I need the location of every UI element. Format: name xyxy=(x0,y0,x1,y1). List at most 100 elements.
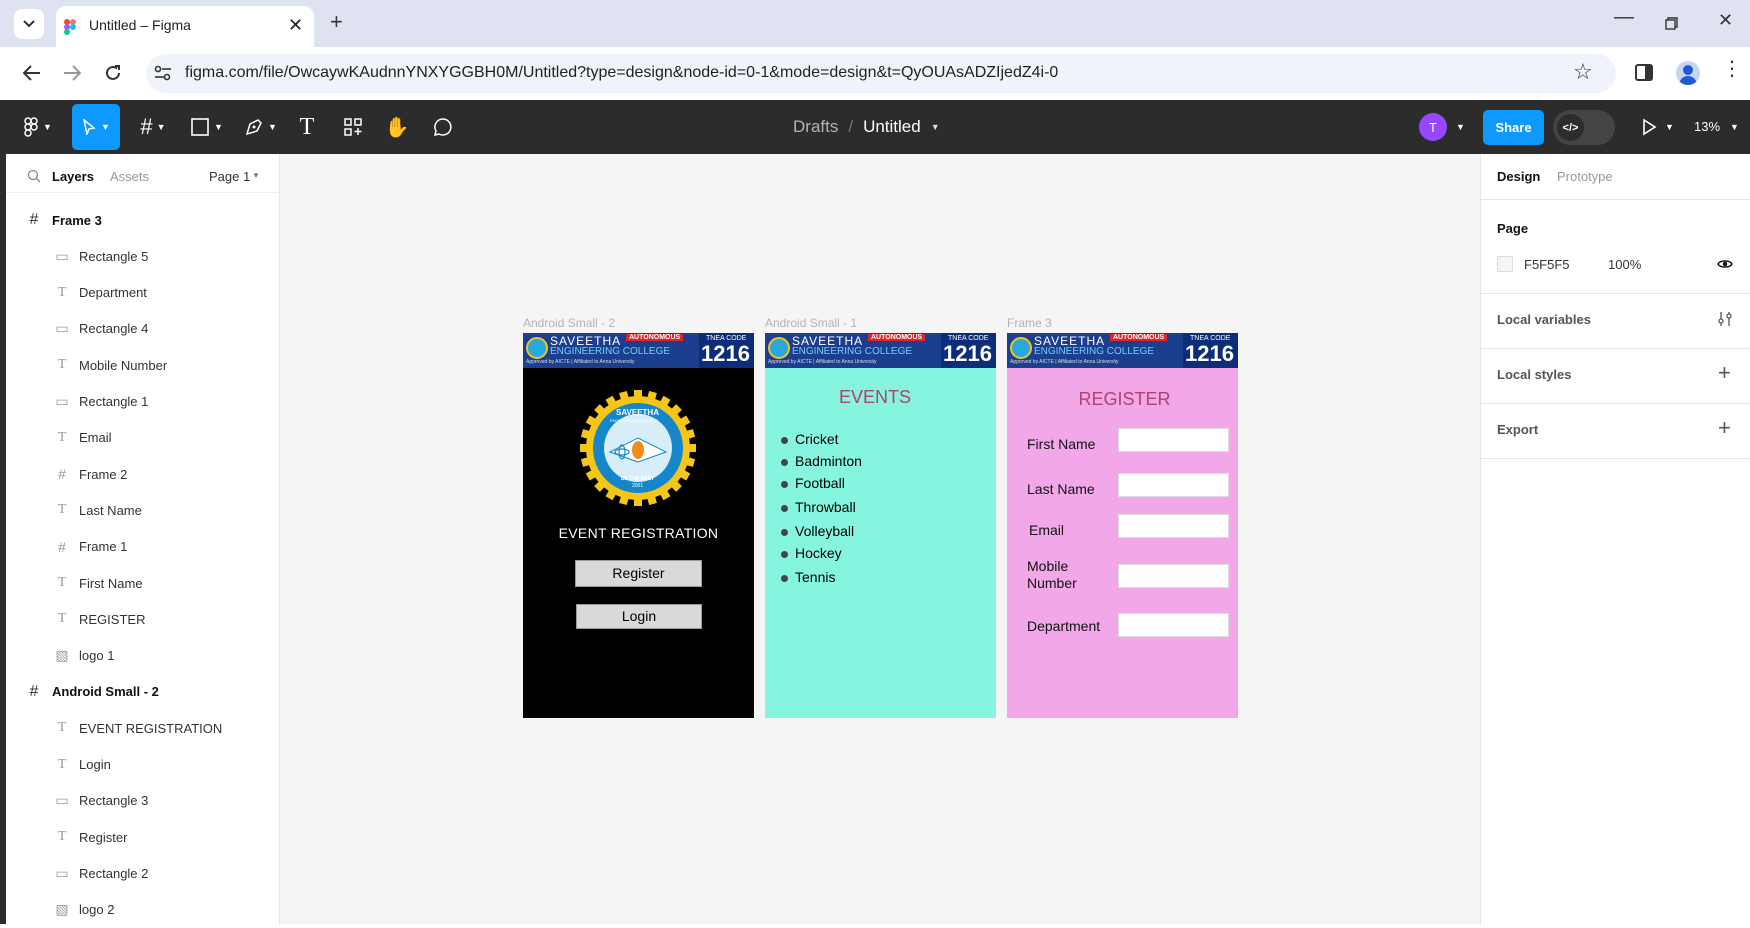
chevron-down-icon[interactable]: ▼ xyxy=(1456,122,1465,132)
chevron-down-icon[interactable]: ▼ xyxy=(1730,122,1739,132)
layer-row[interactable]: ▧ logo 1 xyxy=(6,638,280,674)
file-name[interactable]: Untitled xyxy=(863,117,921,137)
layer-row[interactable]: T Mobile Number xyxy=(6,347,280,383)
side-panel-icon[interactable] xyxy=(1635,64,1653,81)
resources-button[interactable] xyxy=(338,100,368,154)
layer-row[interactable]: ▭ Rectangle 4 xyxy=(6,311,280,347)
layer-row[interactable]: T Last Name xyxy=(6,492,280,528)
banner-tnea-code: 1216 xyxy=(943,341,992,366)
browser-menu-icon[interactable]: ⋮ xyxy=(1722,59,1742,79)
email-field[interactable] xyxy=(1118,514,1229,538)
layer-row[interactable]: T Login xyxy=(6,747,280,783)
bookmark-star-icon[interactable]: ☆ xyxy=(1573,59,1593,85)
share-button[interactable]: Share xyxy=(1483,110,1544,145)
android-small-1-frame[interactable]: SAVEETHA ENGINEERING COLLEGE AUTONOMOUS … xyxy=(765,333,996,718)
new-tab-icon[interactable]: + xyxy=(330,9,343,35)
layer-row[interactable]: ▭ Rectangle 3 xyxy=(6,783,280,819)
frame-label-android-small-1[interactable]: Android Small - 1 xyxy=(765,316,857,330)
back-arrow-icon[interactable] xyxy=(23,65,41,81)
minimize-icon[interactable]: — xyxy=(1614,6,1634,29)
page-selector[interactable]: Page 1 xyxy=(209,169,250,184)
main-menu-button[interactable]: ▼ xyxy=(18,100,58,154)
zoom-level[interactable]: 13% xyxy=(1694,119,1720,134)
breadcrumb-drafts[interactable]: Drafts xyxy=(793,117,838,137)
add-style-icon[interactable]: + xyxy=(1718,360,1731,386)
chevron-down-icon: ▼ xyxy=(43,122,52,132)
layer-row[interactable]: # Frame 2 xyxy=(6,456,280,492)
banner-tnea-code: 1216 xyxy=(1185,341,1234,366)
forward-arrow-icon[interactable] xyxy=(63,65,81,81)
hand-tool-button[interactable]: ✋ xyxy=(382,100,412,154)
register-button[interactable]: Register xyxy=(575,560,702,587)
chevron-down-icon[interactable]: ▼ xyxy=(1665,122,1674,132)
layer-row[interactable]: # Frame 3 xyxy=(6,202,280,238)
tab-title: Untitled – Figma xyxy=(89,17,191,33)
tab-design[interactable]: Design xyxy=(1497,169,1540,184)
frame-label-android-small-2[interactable]: Android Small - 2 xyxy=(523,316,615,330)
page-color-swatch[interactable] xyxy=(1497,256,1513,272)
tab-prototype[interactable]: Prototype xyxy=(1557,169,1613,184)
layer-row[interactable]: ▭ Rectangle 2 xyxy=(6,855,280,891)
search-icon[interactable] xyxy=(27,169,41,183)
restore-icon[interactable] xyxy=(1665,17,1678,30)
page-color-hex[interactable]: F5F5F5 xyxy=(1524,257,1570,272)
chevron-down-icon[interactable]: ▼ xyxy=(252,171,260,180)
url-text: figma.com/file/OwcaywKAudnnYNXYGGBH0M/Un… xyxy=(185,64,1059,81)
login-button[interactable]: Login xyxy=(576,604,702,629)
pen-icon xyxy=(245,119,262,136)
android-small-2-frame[interactable]: SAVEETHA ENGINEERING COLLEGE AUTONOMOUS … xyxy=(523,333,754,718)
department-field[interactable] xyxy=(1118,613,1229,637)
browser-tab-strip: Untitled – Figma ✕ + — ✕ xyxy=(0,0,1750,47)
present-play-icon[interactable] xyxy=(1642,118,1657,136)
close-window-icon[interactable]: ✕ xyxy=(1718,10,1733,31)
variables-settings-icon[interactable] xyxy=(1717,311,1733,327)
tab-assets[interactable]: Assets xyxy=(110,169,149,184)
shape-tool-button[interactable]: ▼ xyxy=(186,100,228,154)
chevron-down-icon[interactable]: ▼ xyxy=(931,122,940,132)
page-opacity[interactable]: 100% xyxy=(1608,257,1641,272)
layer-row[interactable]: # Frame 1 xyxy=(6,529,280,565)
components-icon xyxy=(344,118,362,136)
frame-3-frame[interactable]: SAVEETHA ENGINEERING COLLEGE AUTONOMOUS … xyxy=(1007,333,1238,718)
tab-list-button[interactable] xyxy=(14,9,44,39)
breadcrumb-separator: / xyxy=(848,117,854,136)
first-name-field[interactable] xyxy=(1118,428,1229,452)
layer-row[interactable]: ▭ Rectangle 1 xyxy=(6,384,280,420)
design-canvas[interactable]: Android Small - 2 Android Small - 1 Fram… xyxy=(280,154,1736,924)
url-field[interactable]: figma.com/file/OwcaywKAudnnYNXYGGBH0M/Un… xyxy=(146,54,1616,93)
eye-icon[interactable] xyxy=(1717,258,1733,270)
site-settings-icon[interactable] xyxy=(154,65,172,81)
layer-row[interactable]: ▭ Rectangle 5 xyxy=(6,238,280,274)
frame-tool-button[interactable]: # ▼ xyxy=(132,100,174,154)
layer-row[interactable]: T Department xyxy=(6,275,280,311)
frame-label-frame-3[interactable]: Frame 3 xyxy=(1007,316,1052,330)
college-banner: SAVEETHA ENGINEERING COLLEGE AUTONOMOUS … xyxy=(765,333,996,368)
user-avatar[interactable]: T xyxy=(1419,113,1447,141)
dev-mode-toggle[interactable]: </> xyxy=(1553,110,1615,145)
browser-tab[interactable]: Untitled – Figma ✕ xyxy=(56,6,314,47)
move-tool-button[interactable]: ▼ xyxy=(72,104,120,150)
rectangle-icon: ▭ xyxy=(55,864,69,881)
properties-panel: Design Prototype Page F5F5F5 100% Local … xyxy=(1480,154,1750,924)
layer-row[interactable]: T EVENT REGISTRATION xyxy=(6,710,280,746)
layer-row[interactable]: T First Name xyxy=(6,565,280,601)
reload-icon[interactable] xyxy=(104,64,122,82)
mobile-number-field[interactable] xyxy=(1118,564,1229,588)
add-export-icon[interactable]: + xyxy=(1718,415,1731,441)
image-icon: ▧ xyxy=(55,901,69,918)
layer-row[interactable]: T Register xyxy=(6,819,280,855)
chevron-down-icon: ▼ xyxy=(156,122,166,132)
close-tab-icon[interactable]: ✕ xyxy=(288,15,303,36)
pen-tool-button[interactable]: ▼ xyxy=(240,100,282,154)
tab-layers[interactable]: Layers xyxy=(52,169,94,184)
layer-row[interactable]: T REGISTER xyxy=(6,601,280,637)
comment-tool-button[interactable] xyxy=(428,100,458,154)
text-t-icon: T xyxy=(57,720,67,736)
profile-avatar[interactable] xyxy=(1676,61,1700,85)
layer-row[interactable]: T Email xyxy=(6,420,280,456)
last-name-field[interactable] xyxy=(1118,473,1229,497)
layer-name: Last Name xyxy=(79,502,142,518)
layer-row[interactable]: # Android Small - 2 xyxy=(6,674,280,710)
text-tool-button[interactable]: T xyxy=(292,100,322,154)
layer-row[interactable]: ▧ logo 2 xyxy=(6,892,280,928)
